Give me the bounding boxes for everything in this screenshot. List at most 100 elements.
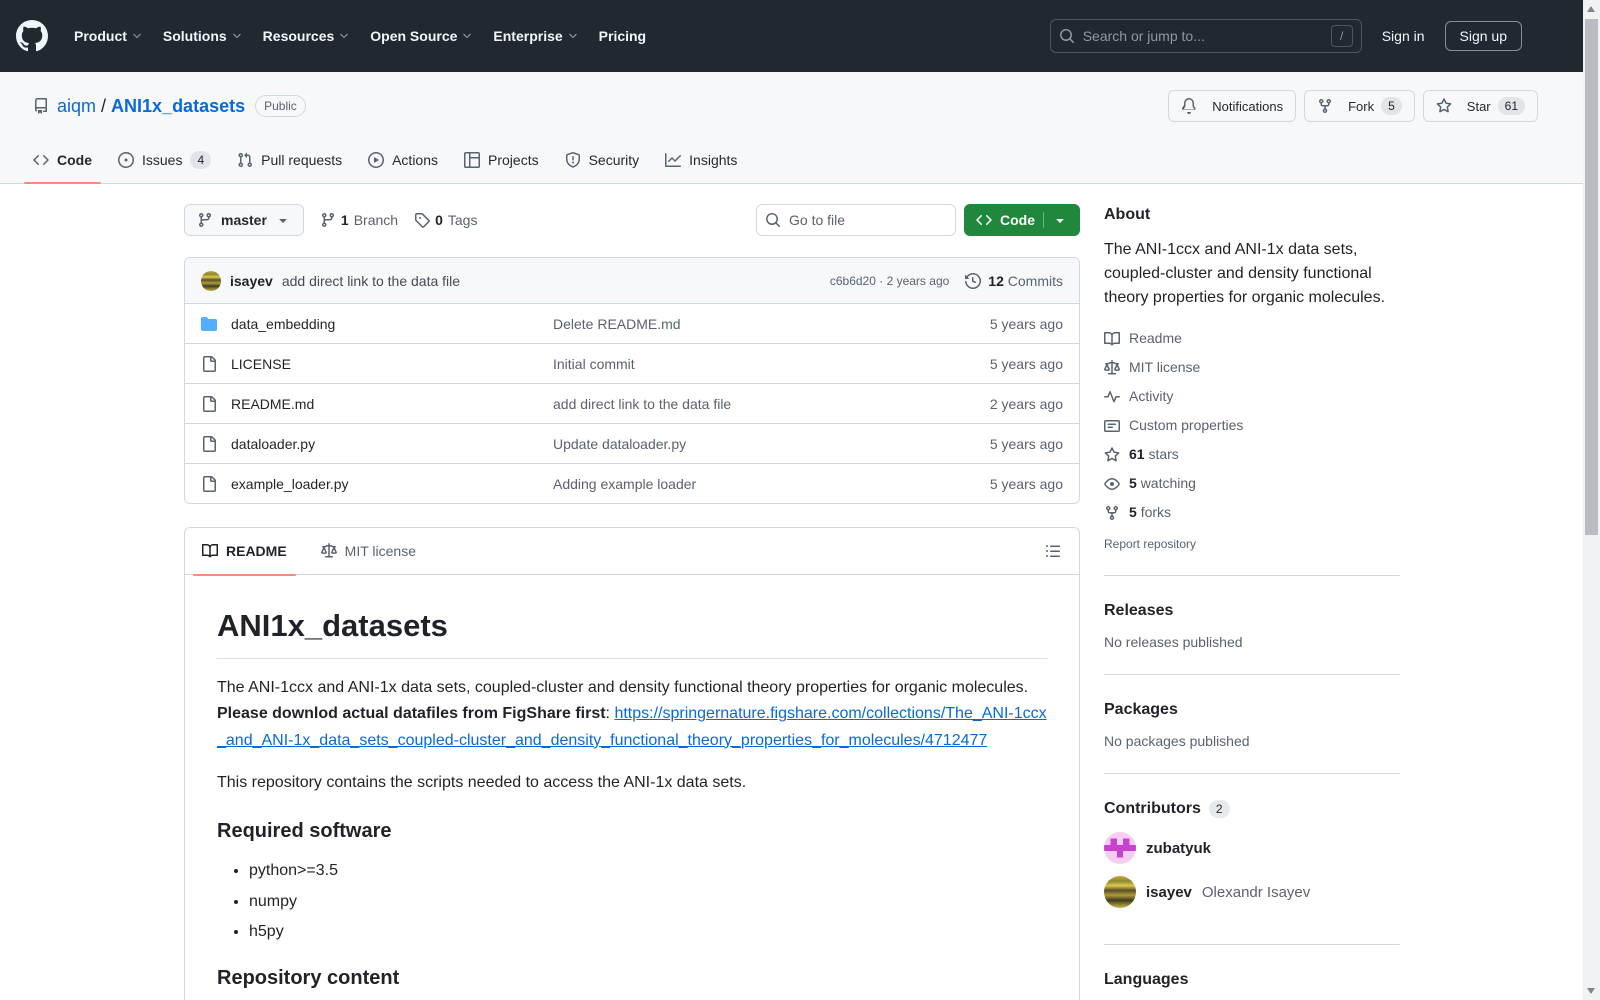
code-icon <box>33 152 49 168</box>
repo-name-link[interactable]: ANI1x_datasets <box>111 96 245 117</box>
table-row: README.md add direct link to the data fi… <box>185 383 1079 423</box>
nav-open-source[interactable]: Open Source <box>360 20 483 52</box>
tab-mit-license[interactable]: MIT license <box>304 528 433 575</box>
report-repository-link[interactable]: Report repository <box>1104 537 1196 551</box>
notifications-button[interactable]: Notifications <box>1168 90 1297 122</box>
file-icon <box>201 395 217 412</box>
contributor-name[interactable]: Olexandr Isayev <box>1202 884 1310 901</box>
chevron-down-icon <box>131 30 143 42</box>
file-link[interactable]: data_embedding <box>231 316 335 332</box>
go-to-file-input[interactable] <box>789 212 947 228</box>
table-row: LICENSE Initial commit 5 years ago <box>185 343 1079 383</box>
languages-title: Languages <box>1104 971 1189 988</box>
avatar <box>1104 832 1136 864</box>
file-link[interactable]: example_loader.py <box>231 476 349 492</box>
slash-hotkey-badge: / <box>1330 25 1353 47</box>
triangle-down-icon <box>275 212 291 228</box>
contributor-login[interactable]: zubatyuk <box>1146 840 1211 857</box>
tab-insights[interactable]: Insights <box>656 136 746 183</box>
file-commit-link[interactable]: Initial commit <box>553 356 635 372</box>
branches-link[interactable]: 1 Branch <box>320 212 398 228</box>
nav-product[interactable]: Product <box>64 20 153 52</box>
fork-button[interactable]: Fork 5 <box>1304 90 1415 122</box>
file-commit-link[interactable]: Update dataloader.py <box>553 436 686 452</box>
commit-sha-link[interactable]: c6b6d20 <box>830 274 876 288</box>
repo-owner-link[interactable]: aiqm <box>57 96 96 117</box>
github-logo-icon[interactable] <box>16 20 48 52</box>
forks-link[interactable]: 5 forks <box>1104 498 1400 527</box>
releases-empty: No releases published <box>1104 634 1243 650</box>
history-icon <box>965 272 982 289</box>
tag-icon <box>414 212 430 228</box>
file-age: 5 years ago <box>989 315 1063 332</box>
git-branch-icon <box>320 212 336 228</box>
list-item[interactable]: zubatyuk <box>1104 832 1400 864</box>
scroll-down-arrow[interactable] <box>1587 988 1595 994</box>
commit-history-link[interactable]: 12 Commits <box>965 273 1063 289</box>
commit-message-link[interactable]: add direct link to the data file <box>282 273 460 289</box>
custom-properties-link[interactable]: Custom properties <box>1104 411 1400 440</box>
outline-button[interactable] <box>1037 535 1069 567</box>
about-section: About The ANI-1ccx and ANI-1x data sets,… <box>1104 206 1400 576</box>
commit-author-link[interactable]: isayev <box>230 273 273 289</box>
graph-icon <box>665 152 682 168</box>
languages-section: Languages HTML 100.0% <box>1104 971 1400 1000</box>
avatar[interactable] <box>201 270 221 291</box>
star-icon <box>1104 446 1120 463</box>
nav-pricing[interactable]: Pricing <box>589 20 656 52</box>
branch-selector[interactable]: master <box>184 204 304 236</box>
file-commit-link[interactable]: Delete README.md <box>553 316 681 332</box>
page-scrollbar[interactable] <box>1583 0 1600 1000</box>
required-software-list: python>=3.5 numpy h5py <box>217 859 1047 943</box>
sign-in-link[interactable]: Sign in <box>1376 24 1431 48</box>
tags-link[interactable]: 0 Tags <box>414 212 477 228</box>
releases-section: Releases No releases published <box>1104 602 1400 675</box>
nav-solutions[interactable]: Solutions <box>153 20 253 52</box>
scroll-up-arrow[interactable] <box>1587 6 1595 12</box>
law-icon <box>320 543 337 559</box>
tab-pull-requests[interactable]: Pull requests <box>228 136 351 183</box>
stars-link[interactable]: 61 stars <box>1104 440 1400 469</box>
file-commit-link[interactable]: add direct link to the data file <box>553 396 731 412</box>
search-icon <box>1059 28 1075 44</box>
repo-tabs: Code Issues 4 Pull requests Actions Proj… <box>0 136 1600 184</box>
file-link[interactable]: dataloader.py <box>231 436 315 452</box>
tab-projects[interactable]: Projects <box>455 136 548 183</box>
readme-link[interactable]: Readme <box>1104 324 1400 353</box>
packages-section: Packages No packages published <box>1104 701 1400 774</box>
scrollbar-thumb[interactable] <box>1585 19 1598 535</box>
list-item: numpy <box>249 890 1047 913</box>
triangle-down-icon[interactable] <box>1052 212 1068 228</box>
button-divider <box>1043 212 1044 228</box>
releases-title: Releases <box>1104 602 1174 619</box>
activity-link[interactable]: Activity <box>1104 382 1400 411</box>
list-item[interactable]: isayev Olexandr Isayev <box>1104 876 1400 908</box>
tab-security[interactable]: Security <box>556 136 649 183</box>
contributor-login[interactable]: isayev <box>1146 884 1192 901</box>
go-to-file[interactable] <box>756 204 956 236</box>
chevron-down-icon <box>231 30 243 42</box>
avatar <box>1104 876 1136 908</box>
tab-code[interactable]: Code <box>24 136 101 184</box>
readme-content: ANI1x_datasets The ANI-1ccx and ANI-1x d… <box>185 575 1079 1000</box>
file-link[interactable]: README.md <box>231 396 314 412</box>
fork-icon <box>1104 505 1120 521</box>
fork-count: 5 <box>1381 97 1402 115</box>
nav-enterprise[interactable]: Enterprise <box>483 20 588 52</box>
table-row: example_loader.py Adding example loader … <box>185 463 1079 503</box>
file-commit-link[interactable]: Adding example loader <box>553 476 696 492</box>
file-link[interactable]: LICENSE <box>231 356 291 372</box>
code-download-button[interactable]: Code <box>964 204 1080 236</box>
breadcrumb-separator: / <box>101 95 107 116</box>
sign-up-button[interactable]: Sign up <box>1444 21 1522 51</box>
global-search[interactable]: / <box>1049 19 1362 53</box>
watching-link[interactable]: 5 watching <box>1104 469 1400 498</box>
search-input[interactable] <box>1082 28 1323 44</box>
bell-icon <box>1181 98 1197 114</box>
nav-resources[interactable]: Resources <box>253 20 361 52</box>
tab-issues[interactable]: Issues 4 <box>109 136 220 183</box>
tab-readme[interactable]: README <box>185 528 304 576</box>
star-button[interactable]: Star 61 <box>1422 90 1538 122</box>
license-link[interactable]: MIT license <box>1104 353 1400 382</box>
tab-actions[interactable]: Actions <box>359 136 447 183</box>
